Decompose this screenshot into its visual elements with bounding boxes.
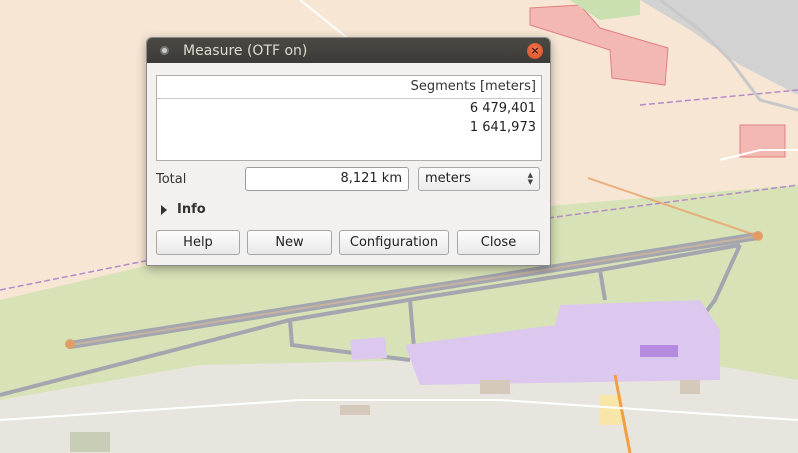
unit-select-value: meters — [425, 171, 471, 186]
dialog-titlebar[interactable]: Measure (OTF on) × — [147, 38, 550, 63]
info-expander[interactable]: Info — [161, 202, 206, 217]
app-icon — [160, 46, 169, 55]
total-label: Total — [156, 172, 187, 187]
info-label: Info — [177, 202, 206, 217]
close-button[interactable]: Close — [457, 230, 540, 255]
dialog-title: Measure (OTF on) — [183, 42, 308, 59]
segments-table[interactable]: Segments [meters] 6 479,401 1 641,973 — [156, 75, 542, 161]
new-button[interactable]: New — [247, 230, 332, 255]
unit-select[interactable]: meters ▲ ▼ — [418, 167, 540, 191]
spin-arrows-icon: ▲ ▼ — [527, 171, 533, 186]
configuration-button[interactable]: Configuration — [339, 230, 449, 255]
close-icon[interactable]: × — [527, 43, 543, 59]
total-value-field[interactable]: 8,121 km — [245, 167, 409, 191]
expand-triangle-icon — [161, 204, 167, 215]
measure-dialog: Measure (OTF on) × Segments [meters] 6 4… — [146, 37, 551, 266]
segments-header[interactable]: Segments [meters] — [157, 76, 541, 99]
segment-row[interactable]: 1 641,973 — [157, 118, 541, 137]
segment-row[interactable]: 6 479,401 — [157, 99, 541, 118]
help-button[interactable]: Help — [156, 230, 240, 255]
